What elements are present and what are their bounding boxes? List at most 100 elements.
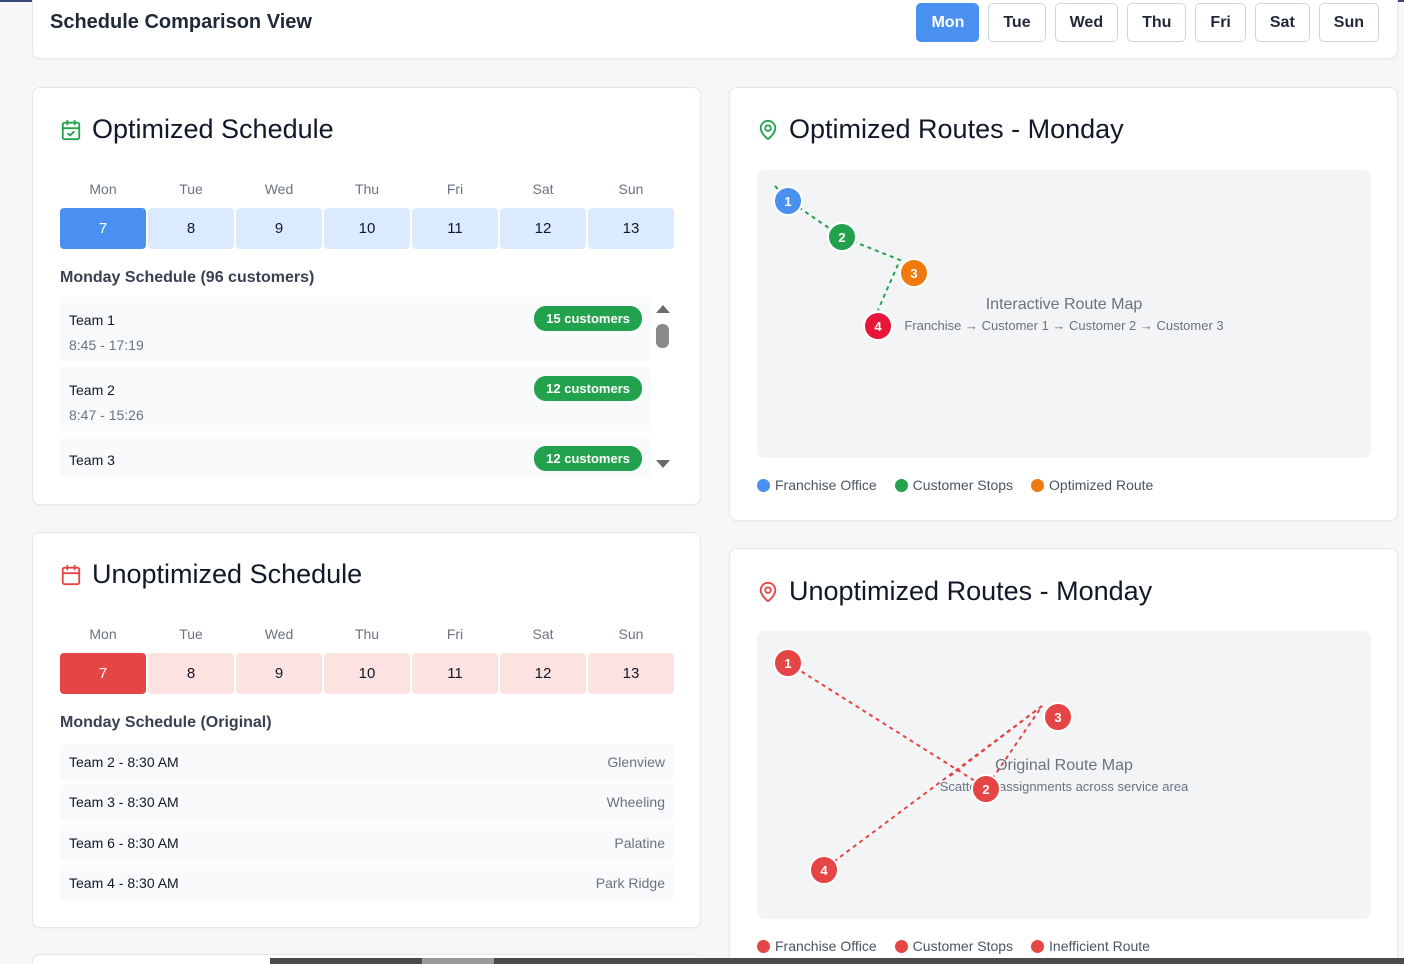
marker-label: 3 [1054, 710, 1061, 725]
day-tab-sat[interactable]: Sat [1254, 3, 1310, 42]
original-schedule-row[interactable]: Team 4 - 8:30 AM Park Ridge [60, 865, 674, 901]
legend-optimized-route: Optimized Route [1031, 477, 1153, 493]
team-list[interactable]: Team 1 8:45 - 17:19 15 customers Team 2 … [60, 297, 674, 477]
date-cell[interactable]: 12 [500, 653, 586, 694]
marker-label: 4 [820, 863, 828, 878]
date-cell[interactable]: 11 [412, 653, 498, 694]
team-card[interactable]: Team 3 12 customers [60, 437, 651, 477]
route-marker-2[interactable]: 2 [827, 222, 857, 252]
marker-label: 2 [838, 230, 845, 245]
original-schedule-row[interactable]: Team 2 - 8:30 AM Glenview [60, 744, 674, 780]
week-day-label: Wed [264, 181, 294, 197]
route-marker-2[interactable]: 2 [971, 774, 1001, 804]
optimized-route-map[interactable]: Interactive Route Map Franchise → Custom… [757, 170, 1371, 458]
unoptimized-week-strip: Mon Tue Wed Thu Fri Sat Sun 7 8 9 10 11 12 13 [60, 626, 674, 694]
team-hours: 8:45 - 17:19 [69, 337, 144, 353]
week-day-label: Tue [179, 626, 203, 642]
row-team-time: Team 3 - 8:30 AM [69, 794, 179, 810]
date-cell[interactable]: 7 [60, 653, 146, 694]
unoptimized-routes-header: Unoptimized Routes - Monday [757, 576, 1152, 607]
customer-count-badge: 12 customers [534, 446, 642, 471]
week-day-labels: Mon Tue Wed Thu Fri Sat Sun [60, 626, 674, 642]
route-marker-4[interactable]: 4 [863, 311, 893, 341]
row-location: Palatine [614, 835, 665, 851]
team-name: Team 2 [69, 382, 115, 398]
week-day-label: Thu [354, 626, 380, 642]
date-cell[interactable]: 9 [236, 653, 322, 694]
map-pin-icon [757, 581, 779, 603]
date-cell[interactable]: 10 [324, 653, 410, 694]
week-day-label: Sun [618, 626, 644, 642]
page-title: Schedule Comparison View [50, 11, 312, 33]
marker-label: 3 [910, 266, 917, 281]
legend-franchise-office: Franchise Office [757, 938, 877, 954]
week-day-label: Thu [354, 181, 380, 197]
legend-inefficient-route: Inefficient Route [1031, 938, 1150, 954]
unoptimized-schedule-card: Unoptimized Schedule Mon Tue Wed Thu Fri Sat S… [32, 532, 701, 928]
unoptimized-map-legend: Franchise Office Customer Stops Ineffici… [757, 938, 1150, 954]
team-card[interactable]: Team 2 8:47 - 15:26 12 customers [60, 367, 651, 431]
calendar-check-icon [60, 119, 82, 141]
route-marker-1[interactable]: 1 [773, 186, 803, 216]
original-schedule-row[interactable]: Team 6 - 8:30 AM Palatine [60, 825, 674, 861]
week-day-label: Fri [446, 181, 464, 197]
scrollbar-thumb[interactable] [656, 324, 669, 348]
horizontal-scrollbar[interactable] [270, 958, 1404, 964]
marker-label: 2 [982, 782, 989, 797]
row-location: Wheeling [606, 794, 665, 810]
day-tab-wed[interactable]: Wed [1054, 3, 1119, 42]
optimized-routes-card: Optimized Routes - Monday Interactive Ro… [729, 87, 1398, 521]
row-team-time: Team 4 - 8:30 AM [69, 875, 179, 891]
date-cell[interactable]: 13 [588, 208, 674, 249]
date-cell[interactable]: 7 [60, 208, 146, 249]
week-day-label: Fri [446, 626, 464, 642]
row-location: Glenview [607, 754, 665, 770]
unoptimized-route-lines: 1 2 3 4 [773, 648, 1073, 885]
date-cell[interactable]: 11 [412, 208, 498, 249]
week-day-labels: Mon Tue Wed Thu Fri Sat Sun [60, 181, 674, 197]
header-bar: Schedule Comparison View Mon Tue Wed Thu Fri… [32, 0, 1398, 59]
team-hours: 8:47 - 15:26 [69, 407, 144, 423]
day-tab-mon[interactable]: Mon [916, 3, 980, 42]
horizontal-scrollbar-thumb[interactable] [422, 958, 494, 964]
row-team-time: Team 2 - 8:30 AM [69, 754, 179, 770]
optimized-schedule-card: Optimized Schedule Mon Tue Wed Thu Fri Sat Sun… [32, 87, 701, 505]
day-tab-tue[interactable]: Tue [988, 3, 1046, 42]
team-card[interactable]: Team 1 8:45 - 17:19 15 customers [60, 297, 651, 361]
team-name: Team 3 [69, 452, 115, 468]
route-marker-1[interactable]: 1 [773, 648, 803, 678]
date-cell[interactable]: 8 [148, 653, 234, 694]
scroll-down-arrow-icon[interactable] [655, 458, 671, 470]
route-marker-3[interactable]: 3 [1043, 702, 1073, 732]
date-cell[interactable]: 8 [148, 208, 234, 249]
row-team-time: Team 6 - 8:30 AM [69, 835, 179, 851]
optimized-routes-title: Optimized Routes - Monday [789, 114, 1124, 144]
date-cell[interactable]: 13 [588, 653, 674, 694]
day-tab-sun[interactable]: Sun [1318, 3, 1379, 42]
week-date-cells: 7 8 9 10 11 12 13 [60, 653, 674, 694]
monday-schedule-title: Monday Schedule (96 customers) [60, 269, 315, 286]
day-tab-thu[interactable]: Thu [1127, 3, 1187, 42]
legend-franchise-office: Franchise Office [757, 477, 877, 493]
calendar-icon [60, 564, 82, 586]
date-cell[interactable]: 9 [236, 208, 322, 249]
week-day-label: Wed [264, 626, 294, 642]
unoptimized-routes-title: Unoptimized Routes - Monday [789, 576, 1153, 606]
week-day-label: Mon [89, 181, 117, 197]
team-name: Team 1 [69, 312, 115, 328]
customer-count-badge: 12 customers [534, 376, 642, 401]
date-cell[interactable]: 10 [324, 208, 410, 249]
optimized-schedule-header: Optimized Schedule [60, 114, 334, 145]
week-day-label: Sat [532, 181, 554, 197]
unoptimized-routes-card: Unoptimized Routes - Monday Original Rou… [729, 548, 1398, 964]
route-marker-3[interactable]: 3 [899, 258, 929, 288]
unoptimized-route-map[interactable]: Original Route Map Scattered assignments… [757, 631, 1371, 919]
legend-customer-stops: Customer Stops [894, 477, 1013, 493]
original-schedule-row[interactable]: Team 3 - 8:30 AM Wheeling [60, 784, 674, 820]
scroll-up-arrow-icon[interactable] [655, 303, 671, 315]
route-marker-4[interactable]: 4 [809, 855, 839, 885]
marker-label: 1 [784, 194, 791, 209]
optimized-map-legend: Franchise Office Customer Stops Optimize… [757, 477, 1153, 493]
day-tab-fri[interactable]: Fri [1195, 3, 1246, 42]
date-cell[interactable]: 12 [500, 208, 586, 249]
